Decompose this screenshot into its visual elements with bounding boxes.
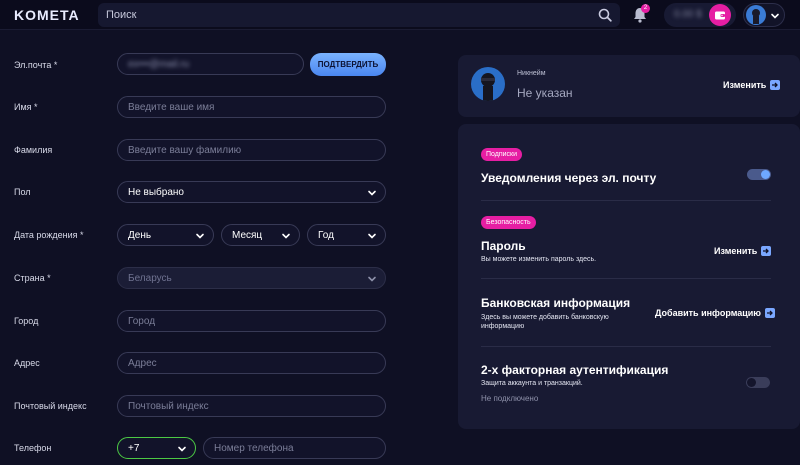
nickname-value: Не указан bbox=[517, 86, 573, 100]
edit-nickname-label: Изменить bbox=[723, 80, 767, 90]
last-name-field[interactable] bbox=[117, 139, 386, 161]
divider bbox=[481, 200, 771, 201]
city-input[interactable] bbox=[128, 315, 385, 327]
change-password-button[interactable]: Изменить bbox=[714, 246, 772, 256]
chevron-down-icon bbox=[196, 233, 204, 239]
twofa-toggle[interactable] bbox=[746, 377, 770, 388]
email-notifications-title: Уведомления через эл. почту bbox=[481, 171, 657, 185]
wallet-button[interactable] bbox=[709, 4, 731, 26]
last-name-input[interactable] bbox=[128, 144, 385, 156]
gender-value: Не выбрано bbox=[128, 186, 184, 198]
city-field[interactable] bbox=[117, 310, 386, 332]
first-name-label: Имя * bbox=[14, 102, 38, 112]
chevron-down-icon bbox=[368, 276, 376, 282]
email-notifications-toggle[interactable] bbox=[747, 169, 771, 180]
chevron-down-icon bbox=[368, 233, 376, 239]
phone-code-select[interactable]: +7 bbox=[117, 437, 196, 459]
first-name-field[interactable] bbox=[117, 96, 386, 118]
postal-code-input[interactable] bbox=[128, 400, 385, 412]
birth-year-select[interactable]: Год bbox=[307, 224, 386, 246]
country-value: Беларусь bbox=[128, 272, 172, 284]
change-password-label: Изменить bbox=[714, 246, 758, 256]
add-bank-info-button[interactable]: Добавить информацию bbox=[655, 308, 775, 318]
search-bar[interactable] bbox=[98, 3, 620, 27]
search-icon[interactable] bbox=[598, 8, 612, 22]
address-label: Адрес bbox=[14, 358, 40, 368]
edit-nickname-button[interactable]: Изменить bbox=[723, 80, 781, 90]
settings-card: Подписки Уведомления через эл. почту Без… bbox=[458, 124, 800, 429]
kometa-logo[interactable]: KOMETA bbox=[14, 7, 80, 23]
chevron-down-icon bbox=[178, 446, 186, 452]
twofa-status: Не подключено bbox=[481, 394, 539, 403]
nickname-card: Никнейм Не указан Изменить bbox=[458, 55, 800, 117]
first-name-input[interactable] bbox=[128, 101, 385, 113]
phone-number-field[interactable] bbox=[203, 437, 386, 459]
address-input[interactable] bbox=[128, 357, 385, 369]
balance-value: 0.00 $ bbox=[674, 9, 702, 20]
toggle-knob bbox=[747, 378, 756, 387]
security-badge: Безопасность bbox=[481, 216, 536, 229]
birth-date-label: Дата рождения * bbox=[14, 230, 84, 240]
twofa-desc: Защита аккаунта и транзакций. bbox=[481, 380, 583, 387]
toggle-knob bbox=[761, 170, 770, 179]
top-header: KOMETA 2 0.00 $ bbox=[0, 0, 800, 30]
login-arrow-icon bbox=[770, 80, 781, 90]
nickname-label: Никнейм bbox=[517, 70, 546, 77]
divider bbox=[481, 346, 771, 347]
chevron-down-icon bbox=[771, 13, 779, 19]
password-desc: Вы можете изменить пароль здесь. bbox=[481, 256, 597, 263]
country-label: Страна * bbox=[14, 273, 51, 283]
divider bbox=[481, 278, 771, 279]
last-name-label: Фамилия bbox=[14, 145, 53, 155]
bank-info-desc-line2: информацию bbox=[481, 323, 525, 330]
chevron-down-icon bbox=[368, 190, 376, 196]
gender-select[interactable]: Не выбрано bbox=[117, 181, 386, 203]
email-label: Эл.почта * bbox=[14, 60, 58, 70]
birth-day-select[interactable]: День bbox=[117, 224, 214, 246]
bank-info-desc-line1: Здесь вы можете добавить банковскую bbox=[481, 314, 609, 321]
phone-number-input[interactable] bbox=[214, 442, 385, 454]
notification-badge: 2 bbox=[641, 4, 650, 13]
wallet-icon bbox=[715, 11, 725, 20]
address-field[interactable] bbox=[117, 352, 386, 374]
email-field[interactable]: ex•••@mail.ru bbox=[117, 53, 304, 75]
city-label: Город bbox=[14, 316, 39, 326]
subscriptions-badge: Подписки bbox=[481, 148, 523, 161]
profile-menu-button[interactable] bbox=[743, 3, 785, 27]
birth-month-select[interactable]: Месяц bbox=[221, 224, 300, 246]
email-value: ex•••@mail.ru bbox=[128, 58, 190, 70]
phone-label: Телефон bbox=[14, 443, 52, 453]
bank-info-title: Банковская информация bbox=[481, 296, 631, 310]
twofa-title: 2-х факторная аутентификация bbox=[481, 363, 669, 377]
postal-code-field[interactable] bbox=[117, 395, 386, 417]
avatar bbox=[471, 67, 505, 101]
confirm-email-button[interactable]: ПОДТВЕРДИТЬ bbox=[310, 53, 386, 76]
search-input[interactable] bbox=[106, 3, 586, 27]
password-title: Пароль bbox=[481, 239, 526, 253]
gender-label: Пол bbox=[14, 187, 31, 197]
chevron-down-icon bbox=[282, 233, 290, 239]
login-arrow-icon bbox=[761, 246, 772, 256]
country-select[interactable]: Беларусь bbox=[117, 267, 386, 289]
avatar bbox=[746, 5, 766, 25]
postal-code-label: Почтовый индекс bbox=[14, 401, 87, 411]
add-bank-info-label: Добавить информацию bbox=[655, 308, 761, 318]
logo-text: KOMETA bbox=[14, 7, 80, 23]
login-arrow-icon bbox=[765, 308, 775, 318]
